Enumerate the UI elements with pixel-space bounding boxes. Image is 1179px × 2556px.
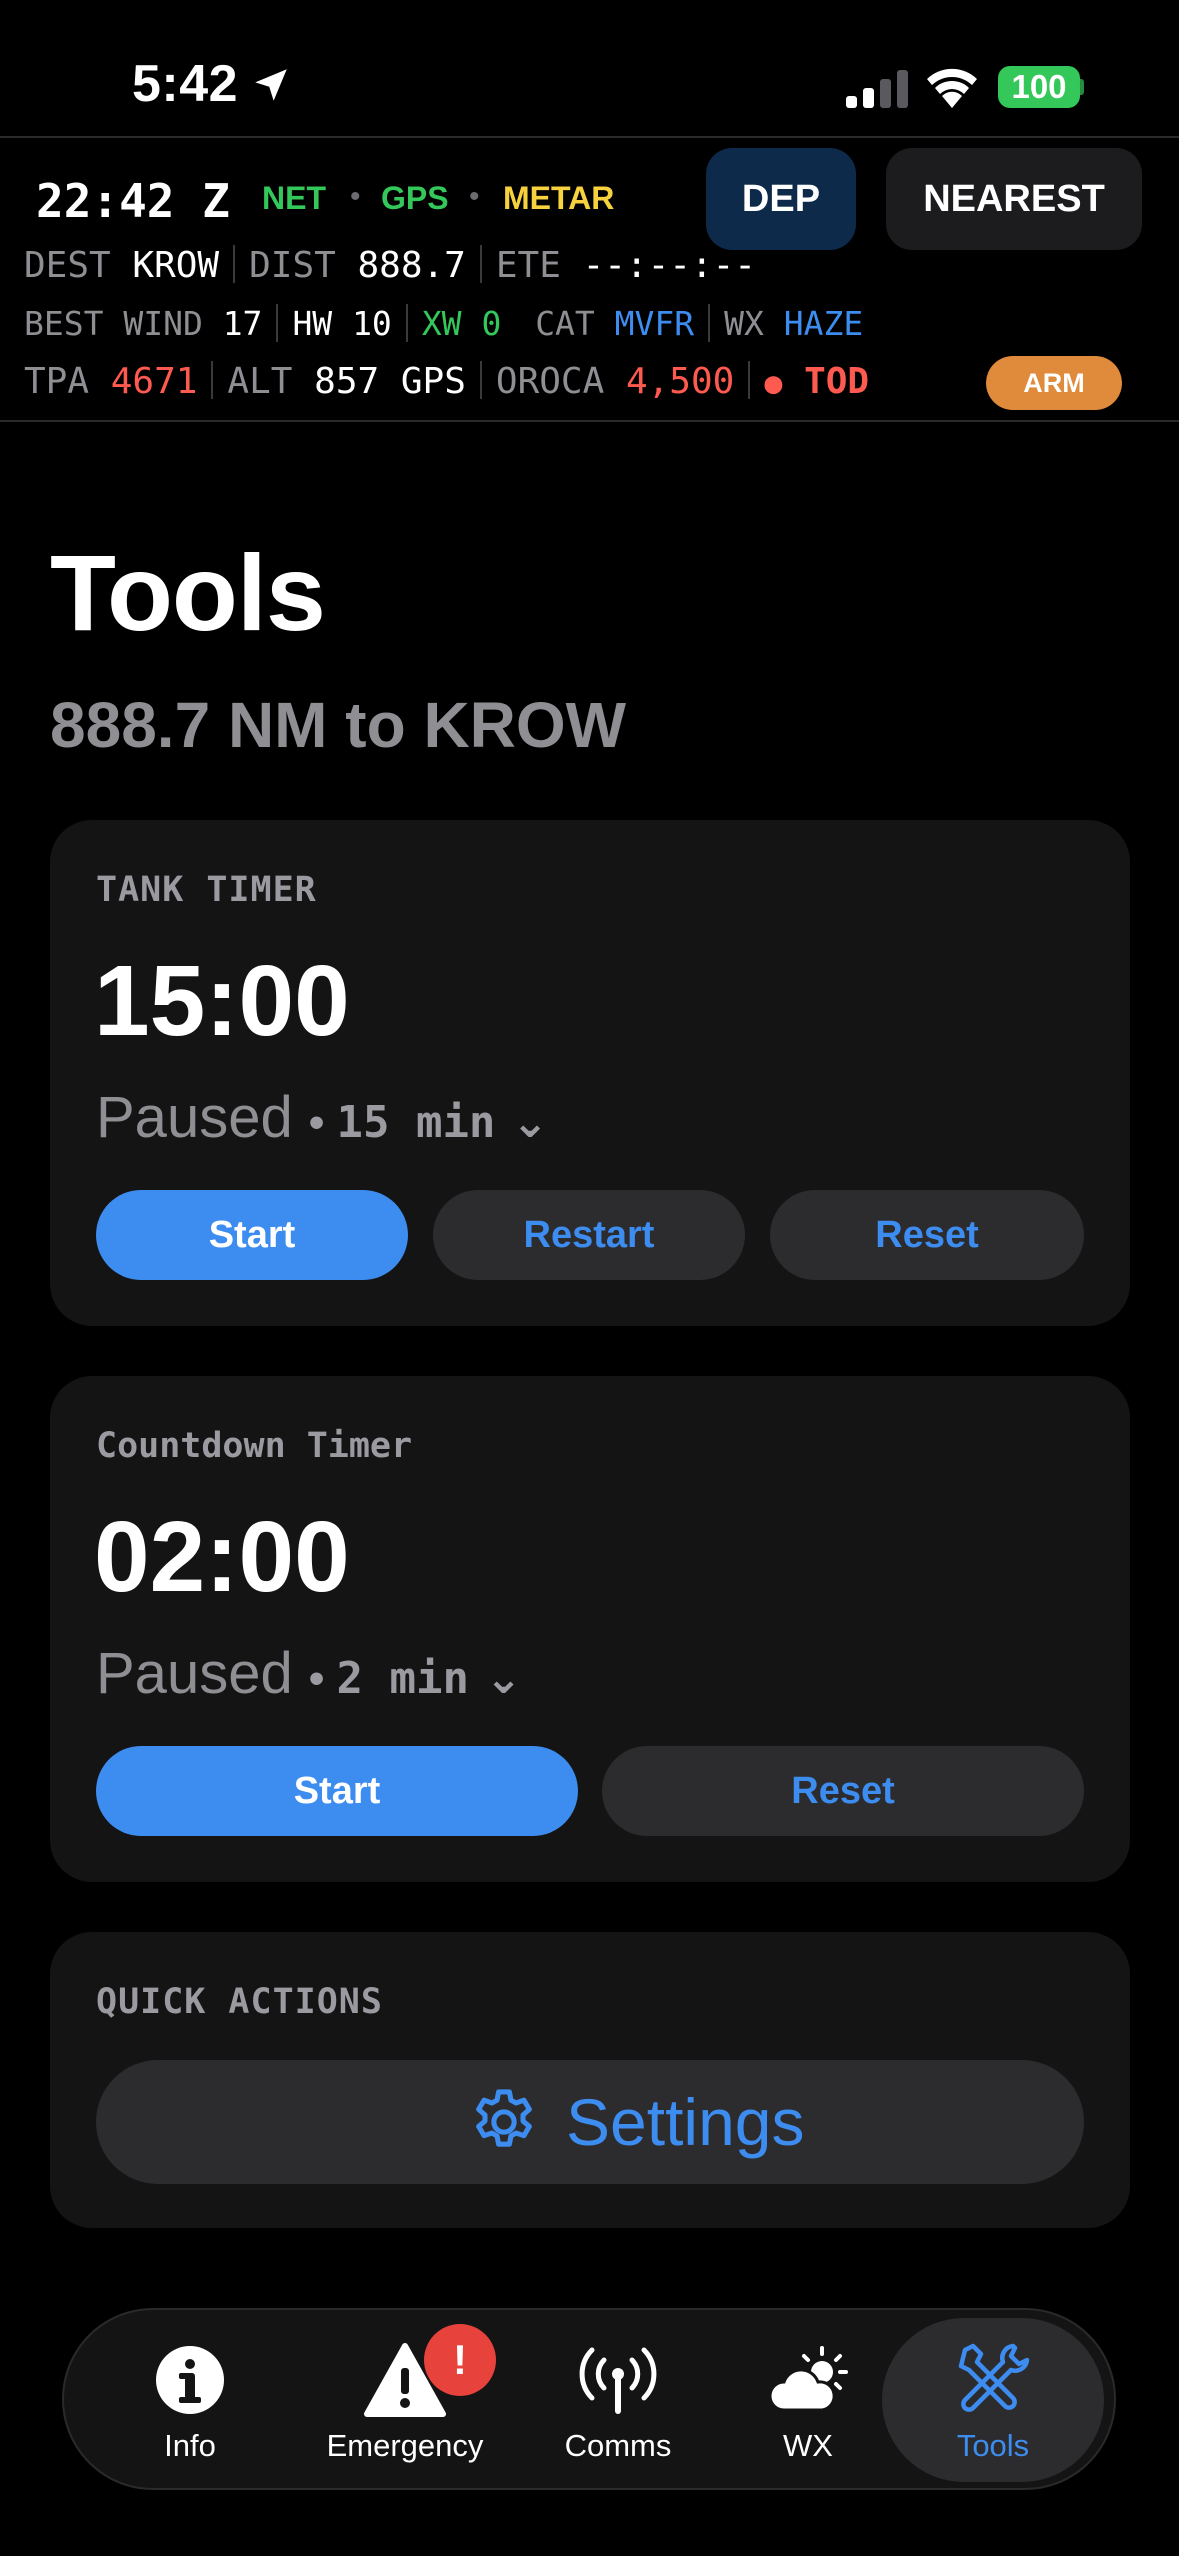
header-row-altitude: TPA 4671 ALT 857 GPS OROCA 4,500 ● TOD xyxy=(24,360,869,406)
cellular-signal-icon xyxy=(846,70,908,108)
battery-indicator: 100 xyxy=(998,66,1080,108)
best-wind-label: BEST WIND xyxy=(24,304,203,343)
info-icon xyxy=(156,2346,224,2414)
countdown-start-button[interactable]: Start xyxy=(96,1746,578,1836)
tab-label: Tools xyxy=(956,2428,1030,2463)
status-time: 5:42 xyxy=(132,55,239,113)
divider xyxy=(0,420,1179,422)
tab-comms[interactable]: Comms xyxy=(530,2310,706,2492)
tab-label: Emergency xyxy=(326,2428,484,2463)
dest-label: DEST xyxy=(24,245,111,286)
ete-value: --:--:-- xyxy=(582,245,756,286)
wx-label: WX xyxy=(724,304,764,343)
divider xyxy=(479,361,482,399)
status-bar: 5:42 100 xyxy=(0,0,1179,135)
hw-label: HW xyxy=(292,304,333,343)
dest-value: KROW xyxy=(132,245,220,286)
tank-timer-time: 15:00 xyxy=(94,945,350,1057)
tab-label: Info xyxy=(164,2428,216,2463)
cat-label: CAT xyxy=(535,304,595,343)
cat-value: MVFR xyxy=(614,304,695,343)
hw-value: 10 xyxy=(352,304,392,343)
ete-label: ETE xyxy=(495,245,561,286)
page-subtitle: 888.7 NM to KROW xyxy=(50,689,627,761)
tod-label: TOD xyxy=(804,361,870,402)
chevron-down-icon[interactable]: ⌄ xyxy=(512,1098,549,1147)
tank-timer-duration[interactable]: 15 min xyxy=(336,1097,495,1148)
divider xyxy=(233,245,236,283)
nearest-button[interactable]: NEAREST xyxy=(886,148,1142,250)
tank-timer-status: Paused • 15 min ⌄ xyxy=(96,1084,548,1151)
countdown-timer-time: 02:00 xyxy=(94,1501,350,1613)
tank-timer-label: TANK TIMER xyxy=(96,870,317,910)
separator-dot: • xyxy=(308,1654,337,1703)
separator-dot: • xyxy=(469,180,480,213)
divider xyxy=(211,361,214,399)
tod-dot-icon: ● xyxy=(764,366,783,401)
page-title: Tools xyxy=(50,532,326,653)
settings-label: Settings xyxy=(566,2085,805,2159)
location-arrow-icon xyxy=(255,69,287,101)
quick-actions-card: QUICK ACTIONS Settings xyxy=(50,1932,1130,2228)
emergency-badge: ! xyxy=(424,2324,496,2396)
xw-value: 0 xyxy=(481,304,502,343)
oroca-value: 4,500 xyxy=(625,361,735,402)
best-wind-value: 17 xyxy=(222,304,263,343)
source-gps: GPS xyxy=(381,180,449,216)
tab-info[interactable]: Info xyxy=(104,2310,276,2492)
tab-bar: Info Emergency Comms WX Tools xyxy=(62,2308,1116,2490)
countdown-timer-state: Paused xyxy=(96,1641,293,1706)
tab-wx[interactable]: WX xyxy=(724,2310,892,2492)
header-row-dest: DEST KROW DIST 888.7 ETE --:--:-- xyxy=(24,244,756,288)
source-metar: METAR xyxy=(503,180,615,216)
tank-reset-button[interactable]: Reset xyxy=(770,1190,1084,1280)
zulu-time: 22:42 Z xyxy=(36,174,230,228)
antenna-icon xyxy=(579,2347,657,2414)
divider xyxy=(708,303,711,342)
tank-timer-card: TANK TIMER 15:00 Paused • 15 min ⌄ Start… xyxy=(50,820,1130,1326)
xw-label: XW xyxy=(421,304,462,343)
chevron-down-icon[interactable]: ⌄ xyxy=(485,1654,522,1703)
header-row-wind: BEST WIND 17 HW 10 XW 0 CAT MVFR WX HAZE xyxy=(24,302,863,346)
tab-label: Comms xyxy=(564,2428,672,2463)
tab-tools[interactable]: Tools xyxy=(882,2318,1104,2482)
wx-value: HAZE xyxy=(783,304,864,343)
arm-button[interactable]: ARM xyxy=(986,356,1122,410)
countdown-timer-duration[interactable]: 2 min xyxy=(336,1653,468,1704)
dist-value: 888.7 xyxy=(357,245,466,286)
divider xyxy=(405,303,408,342)
tank-timer-state: Paused xyxy=(96,1085,293,1150)
countdown-reset-button[interactable]: Reset xyxy=(602,1746,1084,1836)
alt-source: GPS xyxy=(400,361,466,402)
alt-value: 857 xyxy=(314,361,380,402)
quick-actions-label: QUICK ACTIONS xyxy=(96,1982,383,2022)
divider xyxy=(748,361,751,399)
oroca-label: OROCA xyxy=(495,361,605,402)
countdown-timer-status: Paused • 2 min ⌄ xyxy=(96,1640,522,1707)
separator-dot: • xyxy=(308,1098,337,1147)
separator-dot: • xyxy=(350,180,361,213)
gear-icon xyxy=(476,2089,532,2147)
settings-button[interactable]: Settings xyxy=(96,2060,1084,2184)
tools-icon xyxy=(958,2343,1030,2412)
divider xyxy=(479,245,482,283)
source-net: NET xyxy=(262,180,326,216)
countdown-timer-label: Countdown Timer xyxy=(96,1426,413,1466)
tank-restart-button[interactable]: Restart xyxy=(433,1190,745,1280)
wifi-icon xyxy=(927,68,977,108)
weather-icon xyxy=(768,2346,848,2412)
tank-start-button[interactable]: Start xyxy=(96,1190,408,1280)
dep-button[interactable]: DEP xyxy=(706,148,856,250)
dist-label: DIST xyxy=(249,245,336,286)
tab-label: WX xyxy=(783,2428,833,2463)
alt-label: ALT xyxy=(227,361,293,402)
tpa-value: 4671 xyxy=(110,361,198,402)
countdown-timer-card: Countdown Timer 02:00 Paused • 2 min ⌄ S… xyxy=(50,1376,1130,1882)
battery-tip xyxy=(1078,79,1084,95)
tpa-label: TPA xyxy=(24,361,90,402)
divider xyxy=(276,303,279,342)
